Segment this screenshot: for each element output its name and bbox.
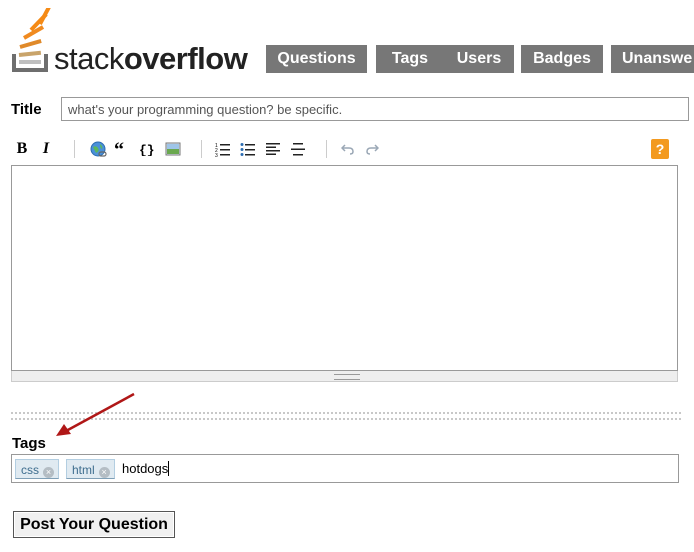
nav-badges[interactable]: Badges xyxy=(521,45,603,73)
nav-users[interactable]: Users xyxy=(444,45,514,73)
nav-unanswered[interactable]: Unanswe xyxy=(611,45,694,73)
svg-text:“: “ xyxy=(114,142,124,156)
blockquote-button[interactable]: “ xyxy=(112,139,132,159)
stack-logo-icon xyxy=(12,8,52,72)
post-question-button[interactable]: Post Your Question xyxy=(13,511,175,538)
bulleted-list-icon xyxy=(240,143,255,156)
logo-text-light: stack xyxy=(54,41,124,76)
title-input[interactable] xyxy=(61,97,689,121)
remove-tag-icon[interactable]: × xyxy=(43,467,54,478)
tag-label: css xyxy=(21,463,39,477)
redo-button[interactable] xyxy=(362,139,382,159)
undo-button[interactable] xyxy=(338,139,358,159)
heading-icon xyxy=(266,143,280,155)
remove-tag-icon[interactable]: × xyxy=(98,467,110,478)
redo-icon xyxy=(366,144,379,155)
nav-questions[interactable]: Questions xyxy=(266,45,367,73)
horizontal-rule-button[interactable] xyxy=(288,139,308,159)
text-caret xyxy=(168,461,170,476)
editor-resize-grip[interactable] xyxy=(11,371,678,382)
code-braces-icon: {} xyxy=(139,143,155,156)
numbered-list-icon: 1 2 3 xyxy=(215,143,230,157)
image-button[interactable] xyxy=(163,139,183,159)
image-icon xyxy=(165,142,181,156)
toolbar-divider xyxy=(326,140,327,158)
tag-typed-text[interactable]: hotdogs xyxy=(122,460,170,478)
tags-input[interactable]: css × html × hotdogs xyxy=(11,454,679,483)
undo-icon xyxy=(341,144,354,155)
help-button[interactable]: ? xyxy=(651,139,669,159)
horizontal-rule-icon xyxy=(291,143,305,156)
quote-icon: “ xyxy=(114,142,124,156)
bulleted-list-button[interactable] xyxy=(238,139,258,159)
link-button[interactable] xyxy=(88,139,108,159)
bold-button[interactable]: B xyxy=(12,139,32,159)
title-label: Title xyxy=(11,101,42,118)
code-button[interactable]: {} xyxy=(137,139,157,159)
globe-link-icon xyxy=(90,141,107,157)
heading-button[interactable] xyxy=(263,139,283,159)
editor-toolbar: B I “ {} 1 2 3 ? xyxy=(11,136,681,162)
nav-tags[interactable]: Tags xyxy=(376,45,444,73)
logo-text-bold: overflow xyxy=(123,41,248,76)
italic-button[interactable]: I xyxy=(36,139,56,159)
tag-label: html xyxy=(72,463,95,477)
tags-label: Tags xyxy=(12,435,46,452)
annotation-arrow-icon xyxy=(56,392,135,436)
logo-wordmark: stackoverflow xyxy=(54,41,248,77)
tag-chip: html × xyxy=(66,459,115,479)
numbered-list-button[interactable]: 1 2 3 xyxy=(213,139,233,159)
svg-text:3: 3 xyxy=(215,153,218,157)
tag-chip: css × xyxy=(15,459,59,479)
question-body-editor[interactable] xyxy=(11,165,678,371)
svg-text:{}: {} xyxy=(139,143,155,156)
toolbar-divider xyxy=(74,140,75,158)
site-logo[interactable]: stackoverflow xyxy=(10,8,255,78)
toolbar-divider xyxy=(201,140,202,158)
